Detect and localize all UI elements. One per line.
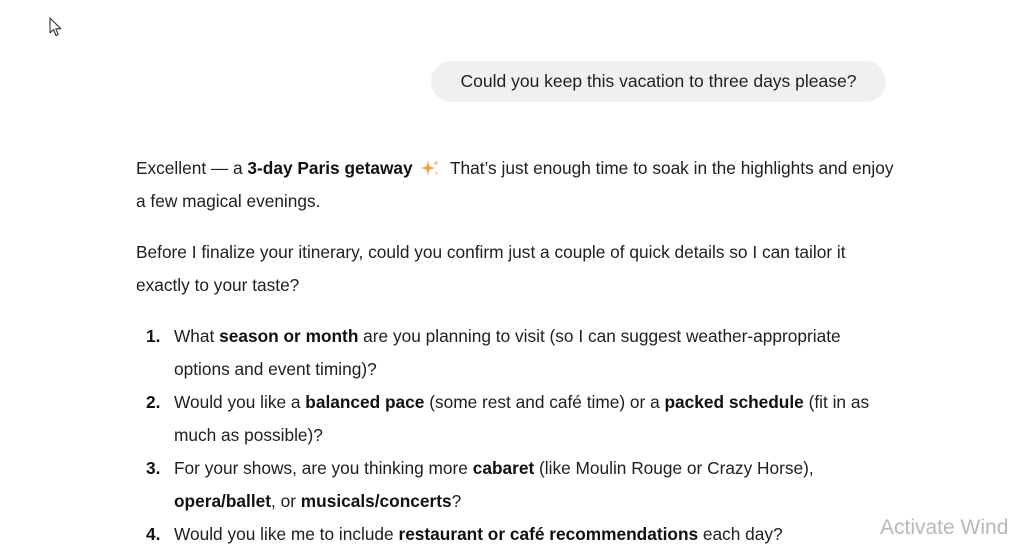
list-item: 1. What season or month are you planning… <box>136 320 896 386</box>
user-message-bubble: Could you keep this vacation to three da… <box>431 61 886 102</box>
list-item-bold: cabaret <box>472 458 535 478</box>
list-item-bold: musicals/concerts <box>300 491 452 511</box>
list-item-text: ? <box>451 491 462 511</box>
response-intro-paragraph: Excellent — a 3-day Paris getaway That’s… <box>136 152 896 218</box>
list-item: 2. Would you like a balanced pace (some … <box>136 386 896 452</box>
list-item-number: 2. <box>146 392 161 412</box>
assistant-response: Excellent — a 3-day Paris getaway That’s… <box>136 152 896 548</box>
list-item-text: (some rest and café time) or a <box>424 392 665 412</box>
list-item-bold: opera/ballet <box>174 491 271 511</box>
list-item-text: (like Moulin Rouge or Crazy Horse), <box>534 458 814 478</box>
list-item-text: What <box>174 326 220 346</box>
mouse-pointer-icon <box>49 17 62 37</box>
question-list: 1. What season or month are you planning… <box>136 320 896 548</box>
list-item-text: each day? <box>698 524 783 544</box>
list-item-bold: restaurant or café recommendations <box>398 524 699 544</box>
list-item-number: 4. <box>146 524 161 544</box>
list-item-text: For your shows, are you thinking more <box>174 458 473 478</box>
list-item-text: Would you like a <box>174 392 306 412</box>
intro-text-start: Excellent — a <box>136 158 248 178</box>
list-item-text: , or <box>271 491 301 511</box>
user-message-text: Could you keep this vacation to three da… <box>460 71 857 91</box>
list-item-bold: balanced pace <box>305 392 425 412</box>
list-item-text: Would you like me to include <box>174 524 399 544</box>
response-confirm-paragraph: Before I finalize your itinerary, could … <box>136 242 846 295</box>
sparkle-icon <box>421 160 440 175</box>
intro-bold-getaway: 3-day Paris getaway <box>247 158 413 178</box>
list-item: 3. For your shows, are you thinking more… <box>136 452 896 518</box>
list-item-bold: packed schedule <box>664 392 804 412</box>
chat-screen: Could you keep this vacation to three da… <box>0 0 1024 548</box>
list-item-number: 1. <box>146 326 161 346</box>
list-item-bold: season or month <box>219 326 359 346</box>
list-item: 4. Would you like me to include restaura… <box>136 518 896 548</box>
activate-windows-watermark: Activate Wind <box>880 516 1009 539</box>
list-item-number: 3. <box>146 458 161 478</box>
